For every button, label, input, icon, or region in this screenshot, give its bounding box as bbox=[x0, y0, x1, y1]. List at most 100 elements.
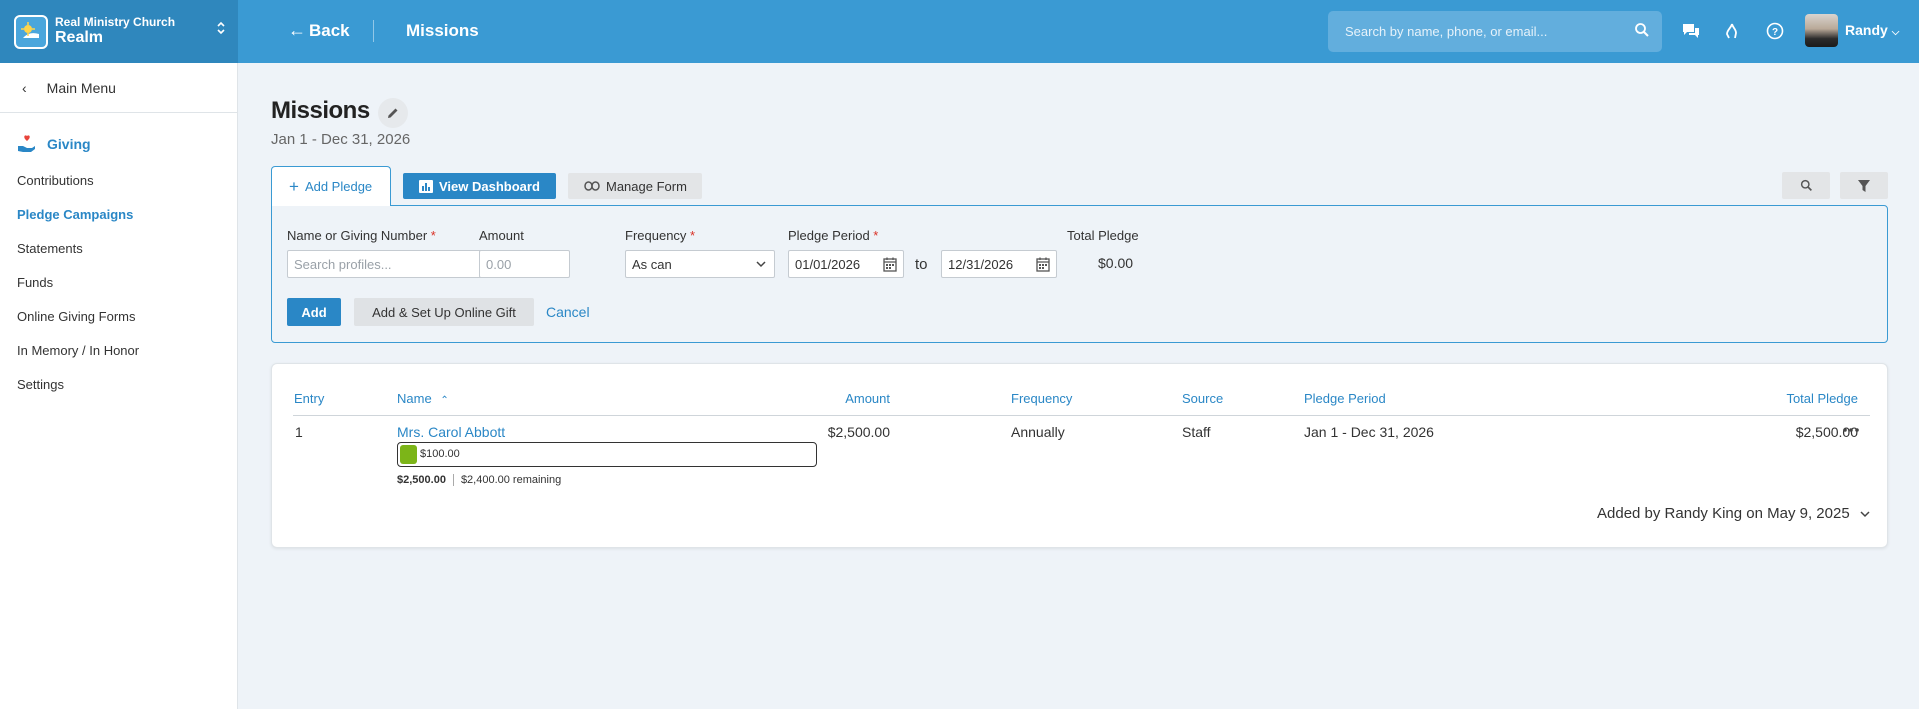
period-start-value: 01/01/2026 bbox=[795, 256, 861, 272]
back-button[interactable]: ← Back bbox=[288, 20, 350, 41]
chevron-down-icon bbox=[1860, 511, 1870, 518]
global-search-input[interactable]: Search by name, phone, or email... bbox=[1328, 11, 1662, 52]
view-dashboard-button[interactable]: View Dashboard bbox=[403, 173, 556, 199]
pledge-summary: $2,500.00 $2,400.00 remaining bbox=[397, 474, 561, 486]
filter-button[interactable] bbox=[1840, 172, 1888, 199]
add-button[interactable]: Add bbox=[287, 298, 341, 326]
summary-separator bbox=[452, 474, 454, 486]
row-frequency: Annually bbox=[1011, 424, 1065, 440]
period-end-date-input[interactable]: 12/31/2026 bbox=[941, 250, 1057, 278]
user-name: Randy bbox=[1845, 22, 1888, 38]
realm-logo-icon bbox=[14, 14, 48, 49]
frequency-value: As can bbox=[632, 256, 672, 272]
user-menu[interactable]: Randy ⌵ bbox=[1845, 22, 1899, 38]
tab-add-pledge[interactable]: + Add Pledge bbox=[271, 166, 391, 206]
chevron-down-icon: ⌵ bbox=[1891, 27, 1900, 38]
brand-switcher[interactable]: Real Ministry Church Realm bbox=[0, 0, 238, 63]
chevron-left-icon: ‹ bbox=[22, 79, 27, 96]
prayer-hands-icon[interactable] bbox=[1721, 20, 1743, 42]
name-label-text: Name or Giving Number bbox=[287, 228, 428, 243]
cancel-button[interactable]: Cancel bbox=[546, 304, 590, 320]
added-by-text: Added by Randy King on May 9, 2025 bbox=[1597, 505, 1850, 522]
period-start-date-input[interactable]: 01/01/2026 bbox=[788, 250, 904, 278]
plus-icon: + bbox=[289, 176, 299, 196]
total-pledge-label: Total Pledge bbox=[1067, 228, 1139, 243]
svg-text:?: ? bbox=[1772, 27, 1778, 38]
progress-fill bbox=[400, 445, 417, 464]
sidebar-item-settings[interactable]: Settings bbox=[0, 367, 237, 401]
column-header-name[interactable]: Name ⌃ bbox=[397, 391, 449, 406]
column-header-pledge-period[interactable]: Pledge Period bbox=[1304, 391, 1386, 406]
sidebar-item-contributions[interactable]: Contributions bbox=[0, 163, 237, 197]
pencil-icon bbox=[388, 108, 398, 118]
pledge-period-field-label: Pledge Period * bbox=[788, 228, 878, 243]
sidebar-section-giving[interactable]: Giving bbox=[0, 129, 237, 159]
search-button[interactable] bbox=[1782, 172, 1830, 199]
sidebar-item-statements[interactable]: Statements bbox=[0, 231, 237, 265]
required-mark: * bbox=[430, 228, 436, 243]
sidebar-item-online-giving-forms[interactable]: Online Giving Forms bbox=[0, 299, 237, 333]
amount-label: Amount bbox=[479, 228, 524, 243]
giving-hand-heart-icon bbox=[18, 135, 35, 152]
more-options-icon[interactable] bbox=[1842, 427, 1860, 433]
church-name: Real Ministry Church bbox=[55, 14, 176, 29]
filter-icon bbox=[1858, 179, 1870, 192]
campaign-date-range: Jan 1 - Dec 31, 2026 bbox=[271, 131, 411, 148]
add-pledge-label: Add Pledge bbox=[304, 179, 373, 194]
message-icon[interactable] bbox=[1680, 20, 1702, 42]
top-bar: Real Ministry Church Realm ← Back Missio… bbox=[0, 0, 1919, 63]
frequency-field-label: Frequency * bbox=[625, 228, 695, 243]
page-title: Missions bbox=[271, 97, 370, 124]
column-header-name-label: Name bbox=[397, 391, 432, 406]
row-source: Staff bbox=[1182, 424, 1211, 440]
main-menu-link[interactable]: ‹ Main Menu bbox=[0, 63, 237, 113]
name-field-label: Name or Giving Number * bbox=[287, 228, 436, 243]
sidebar-item-funds[interactable]: Funds bbox=[0, 265, 237, 299]
manage-form-button[interactable]: Manage Form bbox=[568, 173, 702, 199]
add-setup-online-gift-button[interactable]: Add & Set Up Online Gift bbox=[354, 298, 534, 326]
search-placeholder: Search by name, phone, or email... bbox=[1345, 24, 1548, 39]
total-pledge-value: $0.00 bbox=[1098, 255, 1134, 271]
main-menu-label: Main Menu bbox=[46, 79, 116, 96]
app-name: Realm bbox=[55, 29, 104, 47]
calendar-icon bbox=[883, 257, 897, 272]
given-amount: $100.00 bbox=[420, 448, 460, 460]
column-header-entry[interactable]: Entry bbox=[294, 391, 324, 406]
bar-chart-icon bbox=[419, 179, 433, 193]
sidebar-item-in-memory-in-honor[interactable]: In Memory / In Honor bbox=[0, 333, 237, 367]
added-by-toggle[interactable]: Added by Randy King on May 9, 2025 bbox=[1597, 505, 1870, 522]
column-header-total-pledge[interactable]: Total Pledge bbox=[1738, 391, 1858, 406]
avatar[interactable] bbox=[1805, 14, 1838, 47]
pledges-table: Entry Name ⌃ Amount Frequency Source Ple… bbox=[271, 363, 1888, 548]
required-mark: * bbox=[873, 228, 879, 243]
view-dashboard-label: View Dashboard bbox=[439, 178, 540, 194]
up-down-chevron-icon bbox=[216, 20, 226, 38]
remaining-amount: $2,400.00 remaining bbox=[460, 474, 562, 486]
link-icon bbox=[584, 181, 600, 191]
row-amount: $2,500.00 bbox=[827, 424, 890, 440]
amount-placeholder: 0.00 bbox=[486, 256, 512, 272]
edit-campaign-button[interactable] bbox=[378, 98, 408, 128]
pledge-progress-bar: $100.00 bbox=[397, 442, 817, 467]
sort-ascending-icon: ⌃ bbox=[440, 395, 449, 406]
row-name-link[interactable]: Mrs. Carol Abbott bbox=[397, 424, 505, 440]
frequency-label-text: Frequency bbox=[625, 228, 687, 243]
add-pledge-form: Name or Giving Number * Search profiles.… bbox=[271, 205, 1888, 343]
help-icon[interactable]: ? bbox=[1764, 20, 1786, 42]
frequency-select[interactable]: As can bbox=[625, 250, 775, 278]
profile-search-select[interactable]: Search profiles... bbox=[287, 250, 510, 278]
arrow-left-icon: ← bbox=[288, 20, 306, 40]
amount-input[interactable]: 0.00 bbox=[479, 250, 570, 278]
column-header-frequency[interactable]: Frequency bbox=[1011, 391, 1072, 406]
search-icon bbox=[1635, 23, 1649, 37]
chevron-down-icon bbox=[756, 261, 766, 268]
breadcrumb: Missions bbox=[406, 21, 479, 40]
sidebar: ‹ Main Menu Giving Contributions Pledge … bbox=[0, 63, 238, 709]
column-header-source[interactable]: Source bbox=[1182, 391, 1223, 406]
period-end-value: 12/31/2026 bbox=[948, 256, 1014, 272]
manage-form-label: Manage Form bbox=[606, 178, 687, 194]
back-label: Back bbox=[309, 20, 350, 40]
column-header-amount[interactable]: Amount bbox=[800, 391, 890, 406]
pledge-period-label-text: Pledge Period bbox=[788, 228, 870, 243]
sidebar-item-pledge-campaigns[interactable]: Pledge Campaigns bbox=[0, 197, 237, 231]
